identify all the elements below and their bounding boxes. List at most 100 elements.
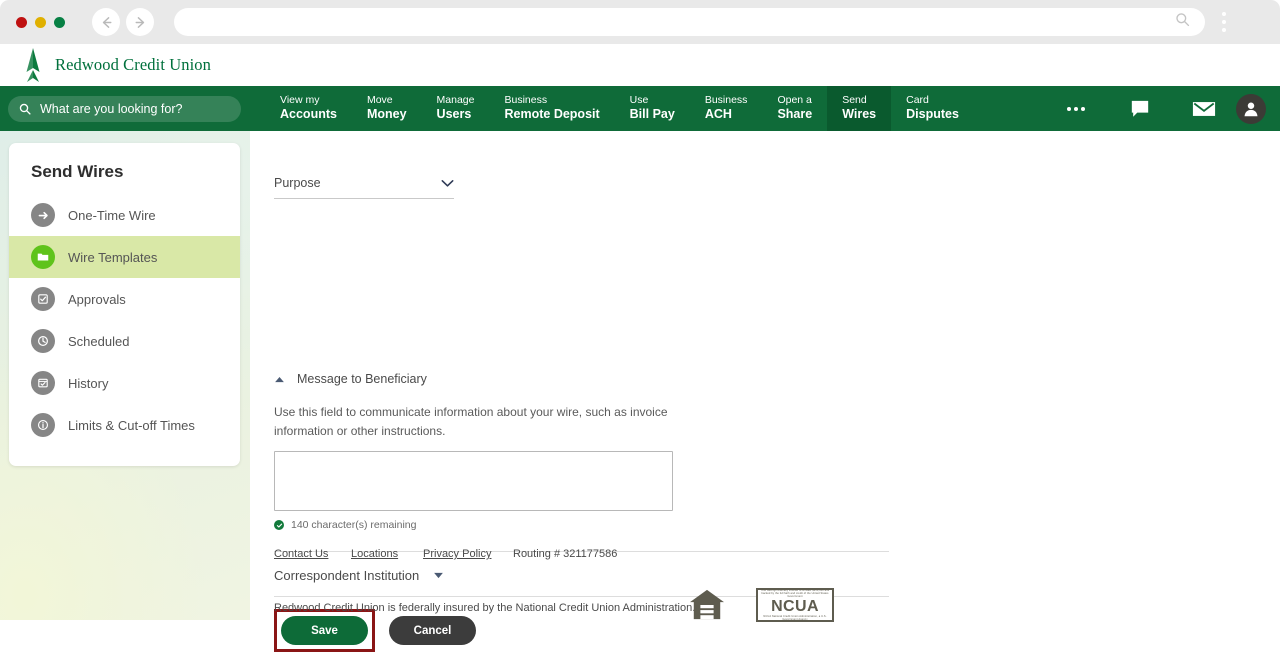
footer-link-privacy-policy[interactable]: Privacy Policy: [423, 548, 491, 560]
ncua-word: NCUA: [771, 597, 819, 615]
footer-badges: Your savings federally insured to at lea…: [688, 588, 834, 622]
nav-item-users[interactable]: Manage Users: [422, 86, 490, 131]
check-badge-icon: [274, 520, 284, 530]
address-bar[interactable]: [174, 8, 1205, 36]
message-helper-text: Use this field to communicate informatio…: [274, 405, 668, 439]
messages-button[interactable]: [1172, 86, 1236, 131]
message-to-beneficiary-toggle[interactable]: Message to Beneficiary: [274, 372, 427, 386]
sidebar-item-wire-templates[interactable]: Wire Templates: [9, 236, 240, 278]
nav-item-bill-pay[interactable]: Use Bill Pay: [615, 86, 690, 131]
nav-item-label: Bill Pay: [629, 107, 675, 122]
clock-icon: [31, 329, 55, 353]
sidebar-item-label: Limits & Cut-off Times: [68, 417, 195, 433]
nav-item-eyebrow: Manage: [436, 94, 475, 107]
routing-number: Routing # 321177586: [513, 548, 618, 560]
save-button[interactable]: Save: [281, 616, 368, 645]
calendar-check-icon: [31, 371, 55, 395]
check-circle-icon: [31, 287, 55, 311]
footer-link-locations[interactable]: Locations: [351, 548, 398, 560]
nav-item-card-disputes[interactable]: Card Disputes: [891, 86, 974, 131]
nav-item-label: Wires: [842, 107, 877, 122]
search-icon[interactable]: [1174, 11, 1191, 33]
kebab-menu-icon: [1222, 28, 1226, 32]
site-search-box[interactable]: What are you looking for?: [8, 95, 241, 122]
sidebar-item-history[interactable]: History: [9, 362, 240, 404]
footer-disclosure: Redwood Credit Union is federally insure…: [274, 602, 696, 614]
folder-icon: [31, 245, 55, 269]
chat-bubble-icon: [1131, 100, 1149, 117]
nav-item-label: ACH: [704, 107, 732, 122]
ellipsis-icon: [1067, 106, 1085, 111]
nav-item-send-wires[interactable]: Send Wires: [827, 86, 892, 131]
sidebar-item-approvals[interactable]: Approvals: [9, 278, 240, 320]
chevron-down-icon: [441, 179, 454, 187]
user-avatar-icon: [1244, 102, 1258, 116]
window-traffic-lights: [16, 16, 65, 28]
nav-item-eyebrow: View my: [280, 94, 320, 107]
sidebar: Send Wires One-Time Wire Wire Templates: [9, 143, 240, 466]
brand-logo-link[interactable]: Redwood Credit Union: [20, 48, 211, 82]
forward-button[interactable]: [126, 8, 154, 36]
nav-item-money[interactable]: Move Money: [352, 86, 422, 131]
sidebar-item-label: Approvals: [68, 291, 126, 307]
save-button-highlight: Save: [274, 609, 375, 652]
nav-item-eyebrow: Open a: [777, 94, 812, 107]
nav-item-eyebrow: Use: [629, 94, 649, 107]
minimize-window-button[interactable]: [35, 16, 46, 28]
sidebar-item-limits-cutoff-times[interactable]: Limits & Cut-off Times: [9, 404, 240, 446]
sidebar-item-label: Wire Templates: [68, 249, 158, 265]
sidebar-item-label: History: [68, 375, 109, 391]
browser-menu-button[interactable]: [1211, 12, 1237, 32]
character-counter-text: 140 character(s) remaining: [291, 519, 417, 531]
footer-link-contact-us[interactable]: Contact Us: [274, 548, 328, 560]
nav-item-ach[interactable]: Business ACH: [690, 86, 763, 131]
message-to-beneficiary-input[interactable]: [274, 451, 673, 511]
correspondent-institution-label: Correspondent Institution: [274, 568, 420, 583]
main-content: Purpose Message to Beneficiary Use this …: [250, 131, 1280, 652]
correspondent-institution-toggle[interactable]: Correspondent Institution: [274, 568, 444, 583]
page-body: Send Wires One-Time Wire Wire Templates: [0, 131, 1280, 652]
footer: Contact Us Locations Privacy Policy Rout…: [274, 548, 1274, 560]
close-window-button[interactable]: [16, 16, 27, 28]
nav-item-eyebrow: Business: [504, 94, 548, 107]
sidebar-item-label: One-Time Wire: [68, 207, 156, 223]
main-navigation-bar: What are you looking for? View my Accoun…: [0, 86, 1280, 131]
sidebar-title: Send Wires: [31, 162, 124, 181]
arrow-right-circle-icon: [31, 203, 55, 227]
nav-item-share[interactable]: Open a Share: [762, 86, 827, 131]
info-circle-icon: [31, 413, 55, 437]
nav-item-label: Disputes: [906, 107, 959, 122]
kebab-menu-icon: [1222, 20, 1226, 24]
sidebar-item-label: Scheduled: [68, 333, 130, 349]
form-actions: Save Cancel: [274, 609, 476, 652]
cancel-button[interactable]: Cancel: [389, 616, 476, 645]
ncua-bottom-text: NCUA National Credit Union Administratio…: [763, 614, 827, 621]
sidebar-item-scheduled[interactable]: Scheduled: [9, 320, 240, 362]
nav-item-list: View my Accounts Move Money Manage Users…: [265, 86, 974, 131]
maximize-window-button[interactable]: [54, 16, 65, 28]
sidebar-item-one-time-wire[interactable]: One-Time Wire: [9, 194, 240, 236]
profile-button[interactable]: [1236, 93, 1266, 124]
back-arrow-icon: [102, 16, 111, 28]
nav-item-accounts[interactable]: View my Accounts: [265, 86, 352, 131]
more-menu-button[interactable]: [1044, 86, 1108, 131]
back-button[interactable]: [92, 8, 120, 36]
browser-nav-arrows: [92, 8, 154, 36]
caret-up-icon: [275, 376, 284, 382]
nav-item-remote-deposit[interactable]: Business Remote Deposit: [490, 86, 615, 131]
footer-links: Contact Us Locations Privacy Policy Rout…: [274, 548, 1274, 560]
ncua-badge: Your savings federally insured to at lea…: [756, 588, 834, 622]
purpose-select[interactable]: Purpose: [274, 176, 454, 199]
nav-item-eyebrow: Send: [842, 94, 867, 107]
nav-item-eyebrow: Card: [906, 94, 929, 107]
envelope-icon: [1192, 101, 1216, 116]
nav-item-eyebrow: Business: [704, 94, 748, 107]
search-icon: [19, 103, 31, 115]
nav-utility-icons: [1044, 86, 1280, 131]
caret-down-icon: [434, 572, 444, 579]
site-search-input[interactable]: What are you looking for?: [40, 102, 182, 116]
browser-chrome: [0, 0, 1280, 44]
redwood-tree-logo: [26, 48, 40, 82]
chat-button[interactable]: [1108, 86, 1172, 131]
brand-name: Redwood Credit Union: [55, 55, 211, 74]
